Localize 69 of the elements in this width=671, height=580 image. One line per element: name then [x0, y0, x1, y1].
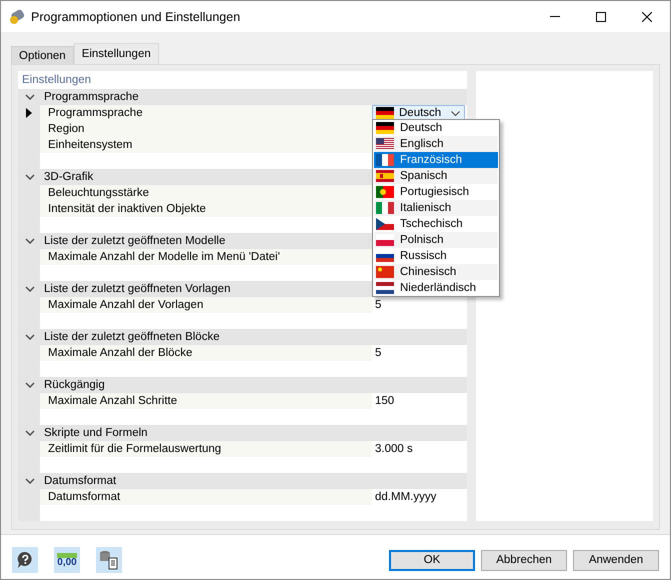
- property-label: Maximale Anzahl der Blöcke: [40, 345, 372, 361]
- language-option[interactable]: Tschechisch: [374, 216, 498, 232]
- flag-icon: [376, 266, 394, 278]
- group-header[interactable]: Datumsformat: [18, 473, 467, 489]
- flag-icon: [376, 234, 394, 246]
- language-option[interactable]: Polnisch: [374, 232, 498, 248]
- property-label: Maximale Anzahl der Modelle im Menü 'Datei': [40, 249, 372, 265]
- ruler-icon: [57, 552, 77, 558]
- chevron-down-icon[interactable]: [24, 334, 36, 340]
- language-option[interactable]: Deutsch: [374, 120, 498, 136]
- flag-icon: [376, 202, 394, 214]
- chevron-down-icon[interactable]: [24, 238, 36, 244]
- app-icon: [9, 8, 25, 24]
- chevron-down-icon[interactable]: [24, 94, 36, 100]
- dialog-button[interactable]: OK: [389, 550, 475, 570]
- dialog-button[interactable]: Anwenden: [573, 550, 659, 570]
- property-label: Zeitlimit für die Formelauswertung: [40, 441, 372, 457]
- language-option[interactable]: Italienisch: [374, 200, 498, 216]
- units-button[interactable]: 0,00: [54, 547, 80, 573]
- flag-icon: [376, 186, 394, 198]
- group-header[interactable]: Liste der zuletzt geöffneten Blöcke: [18, 329, 467, 345]
- property-value: dd.MM.yyyy: [375, 491, 436, 503]
- language-option[interactable]: Englisch: [374, 136, 498, 152]
- minimize-icon: [550, 16, 560, 17]
- property-label: Beleuchtungsstärke: [40, 185, 372, 201]
- tab[interactable]: Optionen: [11, 46, 74, 64]
- language-option[interactable]: Französisch: [374, 152, 498, 168]
- tab[interactable]: Einstellungen: [74, 43, 159, 64]
- property-label: Intensität der inaktiven Objekte: [40, 201, 372, 217]
- property-label: Einheitensystem: [40, 137, 372, 153]
- property-label: Programmsprache: [40, 105, 372, 121]
- chevron-down-icon[interactable]: [24, 286, 36, 292]
- group-header[interactable]: Rückgängig: [18, 377, 467, 393]
- property-label: Maximale Anzahl Schritte: [40, 393, 372, 409]
- property-value: 5: [375, 347, 382, 359]
- property-value: 150: [375, 395, 394, 407]
- close-icon: [642, 12, 652, 22]
- property-label: Region: [40, 121, 372, 137]
- group-header[interactable]: Programmsprache: [18, 89, 467, 105]
- language-option[interactable]: Chinesisch: [374, 264, 498, 280]
- panel-title: Einstellungen: [21, 73, 92, 88]
- flag-icon: [376, 122, 394, 134]
- chevron-down-icon[interactable]: [24, 174, 36, 180]
- property-label: Maximale Anzahl der Vorlagen: [40, 297, 372, 313]
- flag-icon: [376, 107, 394, 119]
- property-value: 3.000 s: [375, 443, 413, 455]
- property-value: 5: [375, 299, 382, 311]
- chevron-down-icon[interactable]: [24, 382, 36, 388]
- flag-icon: [376, 218, 394, 230]
- language-option[interactable]: Spanisch: [374, 168, 498, 184]
- chevron-down-icon[interactable]: [24, 430, 36, 436]
- flag-icon: [376, 154, 394, 166]
- flag-icon: [376, 282, 394, 294]
- help-icon: [16, 551, 34, 569]
- chevron-down-icon[interactable]: [24, 478, 36, 484]
- caret-icon: [451, 110, 460, 116]
- database-report-icon: [99, 550, 119, 570]
- language-option[interactable]: Portugiesisch: [374, 184, 498, 200]
- language-option[interactable]: Russisch: [374, 248, 498, 264]
- row-gutter: [18, 505, 40, 521]
- group-header[interactable]: Skripte und Formeln: [18, 425, 467, 441]
- maximize-icon: [596, 12, 606, 22]
- window-title: Programmoptionen und Einstellungen: [31, 10, 242, 24]
- help-button[interactable]: [12, 547, 38, 573]
- dialog-button[interactable]: Abbrechen: [481, 550, 567, 570]
- database-report-button[interactable]: [96, 547, 122, 573]
- flag-icon: [376, 170, 394, 182]
- property-label: Datumsformat: [40, 489, 372, 505]
- flag-icon: [376, 138, 394, 150]
